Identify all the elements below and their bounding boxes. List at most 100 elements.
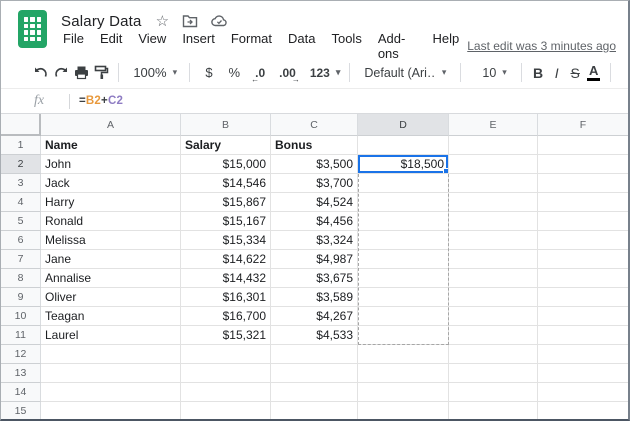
cell-F15[interactable] <box>538 402 628 419</box>
select-all-corner[interactable] <box>1 114 41 136</box>
cell-C2[interactable]: $3,500 <box>271 155 358 174</box>
cell-B4[interactable]: $15,867 <box>181 193 271 212</box>
text-color-button[interactable]: A <box>584 61 603 85</box>
document-title[interactable]: Salary Data <box>61 13 142 30</box>
row-header-13[interactable]: 13 <box>1 364 41 383</box>
cell-F12[interactable] <box>538 345 628 364</box>
cell-C5[interactable]: $4,456 <box>271 212 358 231</box>
cell-D5[interactable] <box>358 212 449 231</box>
cell-E7[interactable] <box>449 250 538 269</box>
cell-A10[interactable]: Teagan <box>41 307 181 326</box>
cell-C9[interactable]: $3,589 <box>271 288 358 307</box>
cell-C3[interactable]: $3,700 <box>271 174 358 193</box>
cell-D14[interactable] <box>358 383 449 402</box>
row-header-14[interactable]: 14 <box>1 383 41 402</box>
row-header-2[interactable]: 2 <box>1 155 41 174</box>
more-formats-button[interactable]: 123 ▾ <box>303 61 343 85</box>
cell-E3[interactable] <box>449 174 538 193</box>
cell-B8[interactable]: $14,432 <box>181 269 271 288</box>
cell-C1[interactable]: Bonus <box>271 136 358 155</box>
cell-E5[interactable] <box>449 212 538 231</box>
cell-F2[interactable] <box>538 155 628 174</box>
row-header-5[interactable]: 5 <box>1 212 41 231</box>
cell-D11[interactable] <box>358 326 449 345</box>
cell-F9[interactable] <box>538 288 628 307</box>
decrease-decimal-places-button[interactable]: .0 ← <box>248 61 272 85</box>
cell-C15[interactable] <box>271 402 358 419</box>
cell-B7[interactable]: $14,622 <box>181 250 271 269</box>
row-header-6[interactable]: 6 <box>1 231 41 250</box>
zoom-select[interactable]: 100% ▾ <box>126 61 182 85</box>
cell-A7[interactable]: Jane <box>41 250 181 269</box>
cell-A4[interactable]: Harry <box>41 193 181 212</box>
cell-C8[interactable]: $3,675 <box>271 269 358 288</box>
cell-B11[interactable]: $15,321 <box>181 326 271 345</box>
row-header-12[interactable]: 12 <box>1 345 41 364</box>
cell-A14[interactable] <box>41 383 181 402</box>
cloud-saved-icon[interactable] <box>211 15 228 27</box>
cell-B14[interactable] <box>181 383 271 402</box>
column-header-E[interactable]: E <box>449 114 538 136</box>
sheets-logo-icon[interactable] <box>18 10 47 48</box>
cell-B6[interactable]: $15,334 <box>181 231 271 250</box>
cell-B3[interactable]: $14,546 <box>181 174 271 193</box>
cell-C7[interactable]: $4,987 <box>271 250 358 269</box>
cell-E10[interactable] <box>449 307 538 326</box>
cell-F14[interactable] <box>538 383 628 402</box>
cell-A12[interactable] <box>41 345 181 364</box>
cell-F1[interactable] <box>538 136 628 155</box>
cell-B15[interactable] <box>181 402 271 419</box>
cell-D4[interactable] <box>358 193 449 212</box>
cell-F6[interactable] <box>538 231 628 250</box>
formula-input[interactable]: =B2+C2 <box>79 95 628 107</box>
cell-D9[interactable] <box>358 288 449 307</box>
cell-B9[interactable]: $16,301 <box>181 288 271 307</box>
move-to-folder-icon[interactable] <box>182 14 198 28</box>
cell-B13[interactable] <box>181 364 271 383</box>
cell-F13[interactable] <box>538 364 628 383</box>
cell-C12[interactable] <box>271 345 358 364</box>
cell-E12[interactable] <box>449 345 538 364</box>
cell-E11[interactable] <box>449 326 538 345</box>
row-header-3[interactable]: 3 <box>1 174 41 193</box>
cell-D6[interactable] <box>358 231 449 250</box>
cell-A2[interactable]: John <box>41 155 181 174</box>
cell-E9[interactable] <box>449 288 538 307</box>
cell-B10[interactable]: $16,700 <box>181 307 271 326</box>
increase-decimal-places-button[interactable]: .00 → <box>272 61 303 85</box>
cell-D3[interactable] <box>358 174 449 193</box>
cell-D7[interactable] <box>358 250 449 269</box>
cell-A11[interactable]: Laurel <box>41 326 181 345</box>
last-edit-status[interactable]: Last edit was 3 minutes ago <box>467 39 616 53</box>
cell-D10[interactable] <box>358 307 449 326</box>
cell-F7[interactable] <box>538 250 628 269</box>
fill-handle[interactable] <box>443 168 448 173</box>
cell-A13[interactable] <box>41 364 181 383</box>
row-header-8[interactable]: 8 <box>1 269 41 288</box>
cell-A5[interactable]: Ronald <box>41 212 181 231</box>
format-currency-button[interactable]: $ <box>197 61 220 85</box>
cell-C11[interactable]: $4,533 <box>271 326 358 345</box>
cell-E15[interactable] <box>449 402 538 419</box>
cell-E13[interactable] <box>449 364 538 383</box>
cell-C10[interactable]: $4,267 <box>271 307 358 326</box>
font-select[interactable]: Default (Ari… ▾ <box>357 61 453 85</box>
cell-F10[interactable] <box>538 307 628 326</box>
column-header-B[interactable]: B <box>181 114 271 136</box>
cell-E8[interactable] <box>449 269 538 288</box>
cell-E6[interactable] <box>449 231 538 250</box>
print-icon[interactable] <box>71 61 91 85</box>
column-header-F[interactable]: F <box>538 114 628 136</box>
cell-F4[interactable] <box>538 193 628 212</box>
undo-icon[interactable] <box>31 61 51 85</box>
cell-E2[interactable] <box>449 155 538 174</box>
cell-E14[interactable] <box>449 383 538 402</box>
strikethrough-button[interactable]: S <box>566 61 585 85</box>
bold-button[interactable]: B <box>529 61 548 85</box>
cell-B12[interactable] <box>181 345 271 364</box>
cell-A15[interactable] <box>41 402 181 419</box>
row-header-11[interactable]: 11 <box>1 326 41 345</box>
cell-A3[interactable]: Jack <box>41 174 181 193</box>
italic-button[interactable]: I <box>547 61 566 85</box>
paint-format-icon[interactable] <box>91 61 111 85</box>
